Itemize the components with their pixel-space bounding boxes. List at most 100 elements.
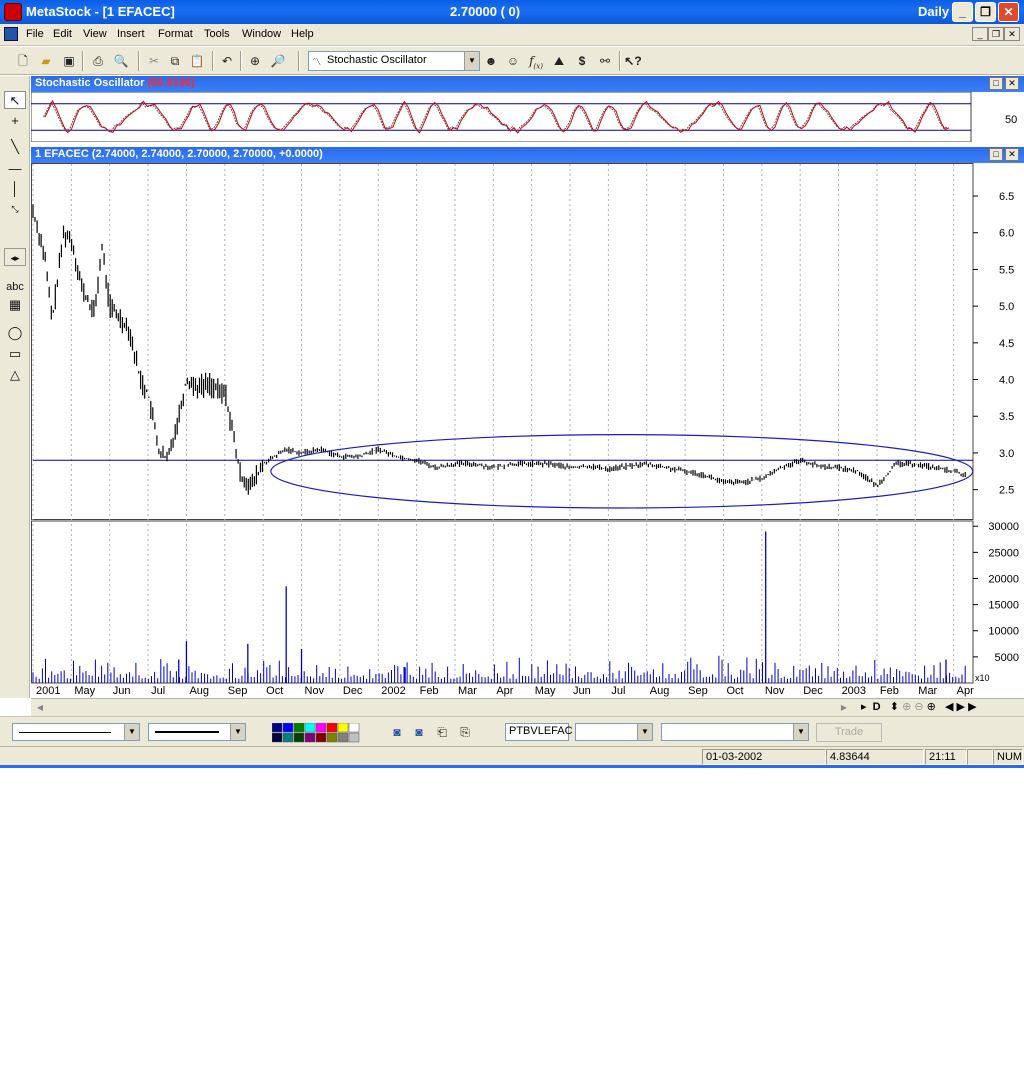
indicator-select-value: Stochastic Oscillator <box>327 54 427 66</box>
mdi-minimize-icon[interactable]: _ <box>972 27 988 41</box>
undo-icon[interactable]: ↶ <box>218 52 236 70</box>
chevron-down-icon[interactable]: ▼ <box>464 52 479 70</box>
print-preview-icon[interactable]: 🔍 <box>112 52 130 70</box>
copy-icon[interactable]: ⧉ <box>166 52 184 70</box>
pointer-icon[interactable]: ↖ <box>4 91 26 109</box>
formula-icon[interactable]: f(x) <box>527 52 545 70</box>
price-volume-chart[interactable]: 2001 May Jun Jul Aug Sep Oct Nov Dec 2002 Feb Mar Ap… <box>31 163 1024 699</box>
menu-file[interactable]: File <box>26 28 44 40</box>
stochastic-pane-title-bar: Stochastic Oscillator (60.9196) <box>31 76 1024 92</box>
stochastic-maximize-icon[interactable]: □ <box>989 77 1003 90</box>
price-tick-label: 5.0 <box>999 301 1014 313</box>
menu-view[interactable]: View <box>83 28 107 40</box>
zoom-in-icon[interactable]: ⊕ <box>927 701 936 713</box>
scroll-right-icon[interactable]: ▶ <box>837 701 851 715</box>
chevron-down-icon[interactable]: ▼ <box>793 724 808 740</box>
grid-tool-icon[interactable]: ▦ <box>4 296 26 314</box>
system-tester-icon[interactable]: ⛰ <box>550 52 568 70</box>
color-swatch <box>337 732 349 743</box>
new-file-icon[interactable]: 🗋 <box>14 52 32 70</box>
color-swatch <box>304 722 316 733</box>
zoom-out-icon[interactable]: ⊕ <box>902 701 911 713</box>
line-weight-preview <box>155 731 219 733</box>
menu-window[interactable]: Window <box>242 28 281 40</box>
ellipse-tool-icon[interactable]: ◯ <box>4 324 26 342</box>
app-icon[interactable] <box>4 3 22 21</box>
vertical-line-icon[interactable]: │ <box>4 180 26 198</box>
layout-icon-1[interactable]: ◙ <box>388 723 406 741</box>
periodicity-label: Daily <box>918 4 950 19</box>
expert-advisor-icon[interactable]: ☺ <box>504 52 522 70</box>
text-tool-icon[interactable]: abc <box>4 278 26 296</box>
triangle-tool-icon[interactable]: △ <box>4 366 26 384</box>
indicator-select[interactable]: 〽 Stochastic Oscillator ▼ <box>308 51 480 71</box>
account-select[interactable]: ▼ <box>661 723 809 741</box>
trendline-icon[interactable]: ╲ <box>4 138 26 156</box>
fibonacci-icon[interactable]: ⤡ <box>4 200 26 218</box>
line-weight-select[interactable]: ▼ <box>148 723 246 741</box>
exchange-select[interactable]: ▼ <box>575 723 653 741</box>
stochastic-close-icon[interactable]: ✕ <box>1005 77 1019 90</box>
dollar-icon[interactable]: $ <box>573 52 591 70</box>
next-icon[interactable]: ▶ <box>957 701 965 713</box>
minimize-icon[interactable]: _ <box>952 2 973 22</box>
layout-icon-3[interactable]: ⎗ <box>433 723 451 741</box>
layout-icon-4[interactable]: ⎘ <box>456 723 474 741</box>
close-icon[interactable]: ✕ <box>998 2 1019 22</box>
horizontal-line-icon[interactable]: — <box>4 160 26 178</box>
chart-scroll-bar[interactable]: ◀ ▶ ▸ D ⬍ ⊕ ⊖ ⊕ ◀ ▶ ▶ <box>31 698 1024 716</box>
resize-vertical-icon[interactable]: ⬍ <box>890 701 899 713</box>
symbol-field[interactable]: PTBVLEFAC <box>505 723 573 741</box>
color-swatches[interactable] <box>271 722 372 743</box>
trade-button[interactable]: Trade <box>816 723 882 742</box>
context-help-icon[interactable]: ↖? <box>624 52 642 70</box>
price-tick-label: 4.0 <box>999 375 1014 387</box>
x-tick-label: Jun <box>113 685 131 697</box>
periodicity-icon[interactable]: D <box>873 701 881 713</box>
stochastic-axis-label: 50 <box>1005 114 1018 126</box>
scroll-arrows-icon[interactable]: ◂▸ <box>4 248 26 266</box>
line-style-select[interactable]: ▼ <box>12 723 140 741</box>
document-icon[interactable] <box>4 27 18 41</box>
toolbar: 🗋 ▰ ▣ ⎙ 🔍 ✂ ⧉ 📋 ↶ ⊕ 🔎 〽 Stochastic Oscil… <box>0 47 1024 75</box>
color-swatch <box>337 722 349 733</box>
stochastic-chart[interactable] <box>31 92 1024 142</box>
crosshair-tool-icon[interactable]: + <box>4 112 26 130</box>
rectangle-tool-icon[interactable]: ▭ <box>4 345 26 363</box>
chevron-down-icon[interactable]: ▼ <box>637 724 652 740</box>
scroll-left-icon[interactable]: ◀ <box>33 701 47 715</box>
scroll-first-icon[interactable]: ▸ <box>861 701 867 713</box>
color-swatch <box>315 722 327 733</box>
chevron-down-icon[interactable]: ▼ <box>230 724 245 740</box>
color-palette[interactable] <box>271 722 372 746</box>
print-icon[interactable]: ⎙ <box>89 52 107 70</box>
status-date: 01-03-2002 <box>702 749 826 765</box>
price-maximize-icon[interactable]: □ <box>989 148 1003 161</box>
restore-icon[interactable]: ❐ <box>975 2 996 22</box>
cut-icon[interactable]: ✂ <box>145 52 163 70</box>
save-icon[interactable]: ▣ <box>60 52 78 70</box>
menu-format[interactable]: Format <box>158 28 193 40</box>
crosshair-icon[interactable]: ⊕ <box>246 52 264 70</box>
last-icon[interactable]: ▶ <box>968 701 976 713</box>
menu-help[interactable]: Help <box>291 28 314 40</box>
taskbar-edge <box>0 765 1024 768</box>
paste-icon[interactable]: 📋 <box>188 52 206 70</box>
menu-tools[interactable]: Tools <box>204 28 230 40</box>
price-close-icon[interactable]: ✕ <box>1005 148 1019 161</box>
color-swatch <box>326 722 338 733</box>
indicator-builder-icon[interactable]: ☻ <box>482 52 500 70</box>
mdi-restore-icon[interactable]: ❐ <box>988 27 1004 41</box>
layout-icon-2[interactable]: ◙ <box>410 723 428 741</box>
zoom-minus-icon[interactable]: ⊖ <box>914 701 923 713</box>
chevron-down-icon[interactable]: ▼ <box>124 724 139 740</box>
open-folder-icon[interactable]: ▰ <box>37 52 55 70</box>
mdi-close-icon[interactable]: ✕ <box>1004 27 1020 41</box>
volume-tick-label: 15000 <box>988 600 1019 612</box>
zoom-icon[interactable]: 🔎 <box>269 52 287 70</box>
x-tick-label: Jun <box>573 685 591 697</box>
prev-icon[interactable]: ◀ <box>945 701 953 713</box>
menu-edit[interactable]: Edit <box>53 28 72 40</box>
explorer-binoculars-icon[interactable]: ⚯ <box>596 52 614 70</box>
menu-insert[interactable]: Insert <box>117 28 145 40</box>
